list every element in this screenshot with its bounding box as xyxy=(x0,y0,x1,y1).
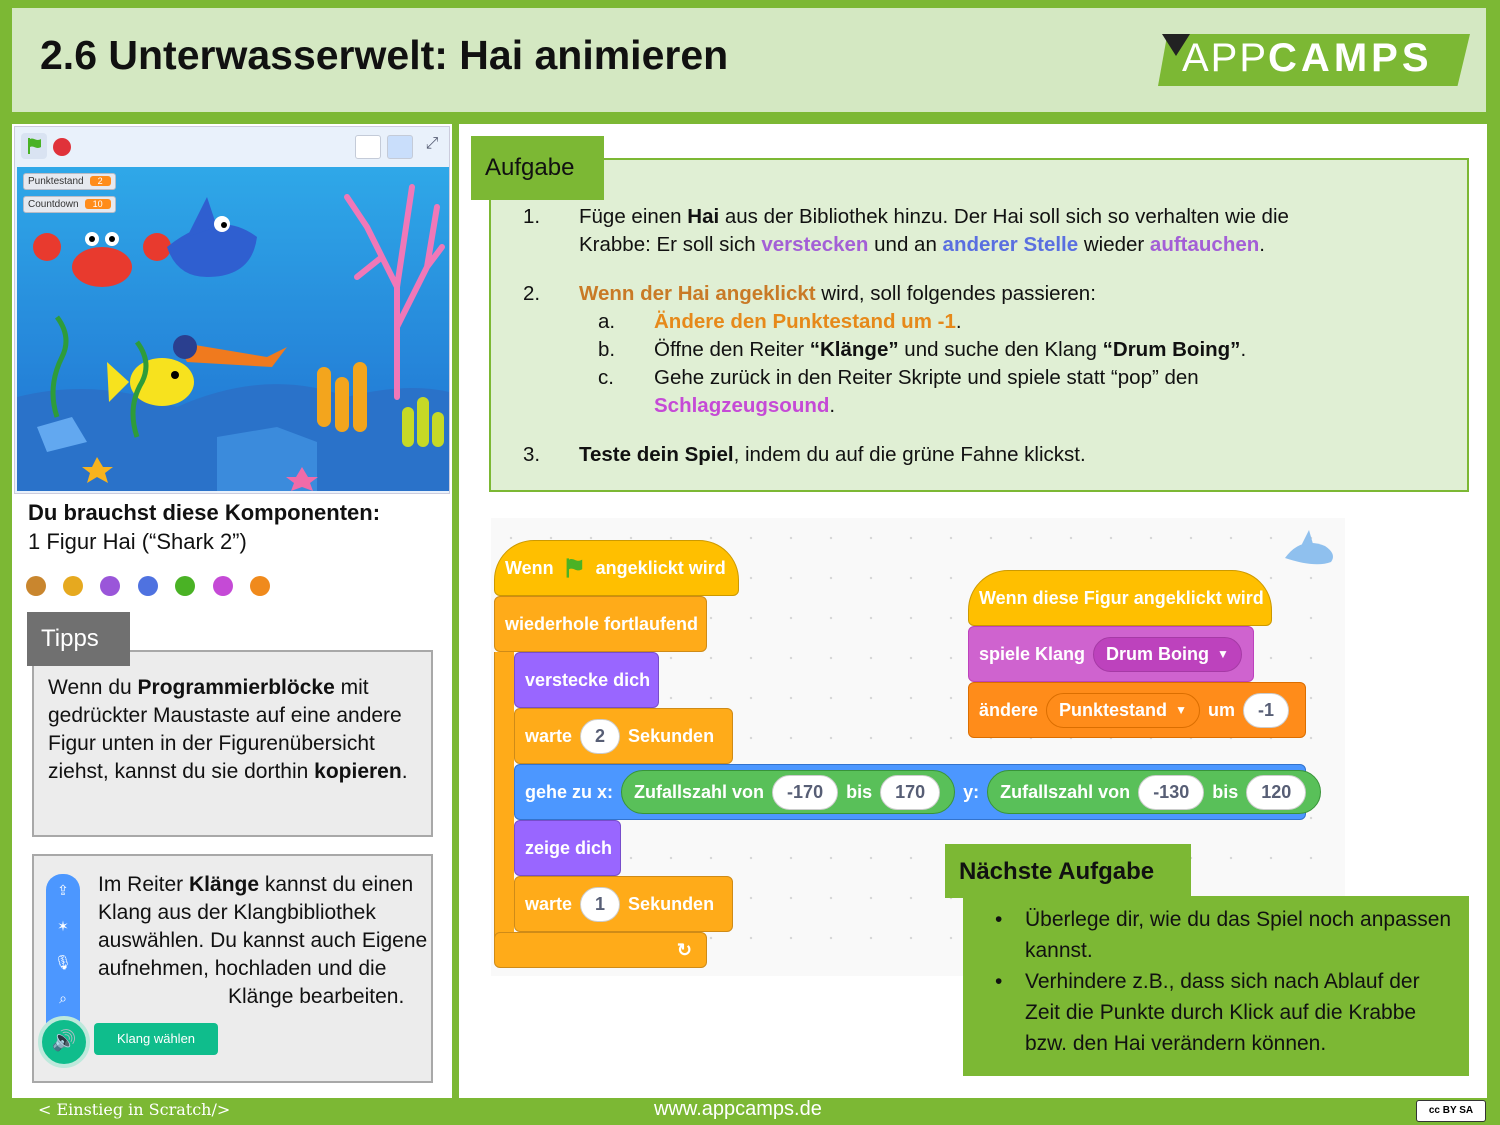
task-1-line-1: Füge einen Hai aus der Bibliothek hinzu.… xyxy=(579,205,1289,228)
task-1-line-2: Krabbe: Er soll sich verstecken und an a… xyxy=(579,233,1265,256)
color-dot xyxy=(213,576,233,596)
green-flag-button[interactable] xyxy=(21,133,47,159)
next-task-bullet: • Überlege dir, wie du das Spiel noch anp… xyxy=(995,908,1452,962)
footer-url[interactable]: www.appcamps.de xyxy=(654,1098,822,1121)
appcamps-logo: APPCAMPS xyxy=(1158,34,1470,86)
choose-sound-button[interactable]: 🔊 xyxy=(38,1016,90,1068)
wait-block[interactable]: warte 1 Sekunden xyxy=(514,876,733,932)
forever-block[interactable]: wiederhole fortlaufend xyxy=(494,596,707,652)
surprise-icon[interactable]: ✶ xyxy=(46,918,80,935)
task-3-line: Teste dein Spiel, indem du auf die grüne… xyxy=(579,443,1086,466)
subtask-letter: c. xyxy=(598,366,614,389)
header: 2.6 Unterwasserwelt: Hai animieren APPCA… xyxy=(12,8,1486,112)
green-flag-icon xyxy=(28,138,41,154)
scratch-stage: ⤢ Punktestand 2 Countdown 10 xyxy=(14,126,450,494)
klang-tip-text: Im Reiter Klänge kannst du einen Klang a… xyxy=(98,873,428,1008)
task-number: 3. xyxy=(523,443,541,466)
when-flag-clicked-block[interactable]: Wenn angeklickt wird xyxy=(494,540,739,596)
when-sprite-clicked-block[interactable]: Wenn diese Figur angeklickt wird xyxy=(968,570,1272,626)
sound-dropdown[interactable]: Drum Boing ▼ xyxy=(1093,636,1242,672)
color-dot xyxy=(175,576,195,596)
show-block[interactable]: zeige dich xyxy=(514,820,621,876)
play-sound-block[interactable]: spiele Klang Drum Boing ▼ xyxy=(968,626,1254,682)
forever-end: ↻ xyxy=(494,932,707,968)
page-title: 2.6 Unterwasserwelt: Hai animieren xyxy=(40,32,729,78)
shark-thumbnail-icon xyxy=(1285,530,1333,565)
task-number: 1. xyxy=(523,205,541,228)
goto-xy-block[interactable]: gehe zu x: Zufallszahl von -170 bis 170 y: … xyxy=(514,764,1322,820)
random-x-reporter: Zufallszahl von -170 bis 170 xyxy=(621,770,956,814)
next-task-box: • Überlege dir, wie du das Spiel noch anp… xyxy=(963,896,1469,1076)
aufgabe-tab: Aufgabe xyxy=(471,136,604,200)
stage-toolbar: ⤢ xyxy=(15,127,449,165)
small-stage-button[interactable] xyxy=(355,135,381,159)
chevron-down-icon: ▼ xyxy=(1217,647,1229,661)
forever-arm xyxy=(494,652,514,952)
task-2-line: Wenn der Hai angeklickt wird, soll folge… xyxy=(579,282,1096,305)
punktestand-monitor: Punktestand 2 xyxy=(23,173,116,190)
countdown-monitor: Countdown 10 xyxy=(23,196,116,213)
task-number: 2. xyxy=(523,282,541,305)
right-panel: Aufgabe 1. Füge einen Hai aus der Biblio… xyxy=(459,124,1487,1098)
task-2a: Ändere den Punktestand um -1. xyxy=(654,310,962,333)
left-panel: ⤢ Punktestand 2 Countdown 10 Du brauchst… xyxy=(12,124,452,1098)
color-dot xyxy=(26,576,46,596)
hide-block[interactable]: verstecke dich xyxy=(514,652,659,708)
stop-button[interactable] xyxy=(53,138,71,156)
color-dot xyxy=(138,576,158,596)
components-heading: Du brauchst diese Komponenten: xyxy=(28,500,381,525)
klang-waehlen-tooltip: Klang wählen xyxy=(94,1023,218,1055)
green-flag-icon xyxy=(566,558,582,578)
license-badge: cc BY SA xyxy=(1416,1100,1486,1122)
random-y-reporter: Zufallszahl von -130 bis 120 xyxy=(987,770,1322,814)
fullscreen-icon[interactable]: ⤢ xyxy=(419,135,445,159)
color-dot xyxy=(63,576,83,596)
subtask-letter: a. xyxy=(598,310,616,333)
upload-icon[interactable]: ⇪ xyxy=(46,882,80,899)
large-stage-button[interactable] xyxy=(387,135,413,159)
next-task-tab: Nächste Aufgabe xyxy=(945,844,1191,898)
loop-arrow-icon: ↻ xyxy=(676,939,692,960)
next-task-bullet: • Verhindere z.B., dass sich nach Ablauf … xyxy=(995,970,1420,1055)
footer-course-title: < Einstieg in Scratch/> xyxy=(38,1100,231,1119)
variable-dropdown[interactable]: Punktestand ▼ xyxy=(1046,692,1200,728)
components-item: 1 Figur Hai (“Shark 2”) xyxy=(28,529,247,554)
underwater-scene: Punktestand 2 Countdown 10 xyxy=(17,167,449,491)
klang-tip-box: ⇪ ✶ 🎙 ⌕ 🔊 Klang wählen Im Reiter Klänge … xyxy=(32,854,433,1083)
change-variable-block[interactable]: ändere Punktestand ▼ um -1 xyxy=(968,682,1306,738)
microphone-icon[interactable]: 🎙 xyxy=(46,954,80,971)
task-2b: Öffne den Reiter “Klänge” und suche den … xyxy=(654,338,1247,361)
search-icon[interactable]: ⌕ xyxy=(46,990,80,1007)
tipps-tab: Tipps xyxy=(27,612,130,666)
tipps-box: Wenn du Programmierblöcke mit gedrückter… xyxy=(32,650,433,837)
color-dot xyxy=(250,576,270,596)
task-2c-line-2: Schlagzeugsound. xyxy=(654,394,836,417)
color-dot xyxy=(100,576,120,596)
speaker-icon: 🔊 xyxy=(51,1030,77,1052)
wait-block[interactable]: warte 2 Sekunden xyxy=(514,708,733,764)
task-2c-line-1: Gehe zurück in den Reiter Skripte und sp… xyxy=(654,366,1199,389)
subtask-letter: b. xyxy=(598,338,616,361)
chevron-down-icon: ▼ xyxy=(1175,703,1187,717)
